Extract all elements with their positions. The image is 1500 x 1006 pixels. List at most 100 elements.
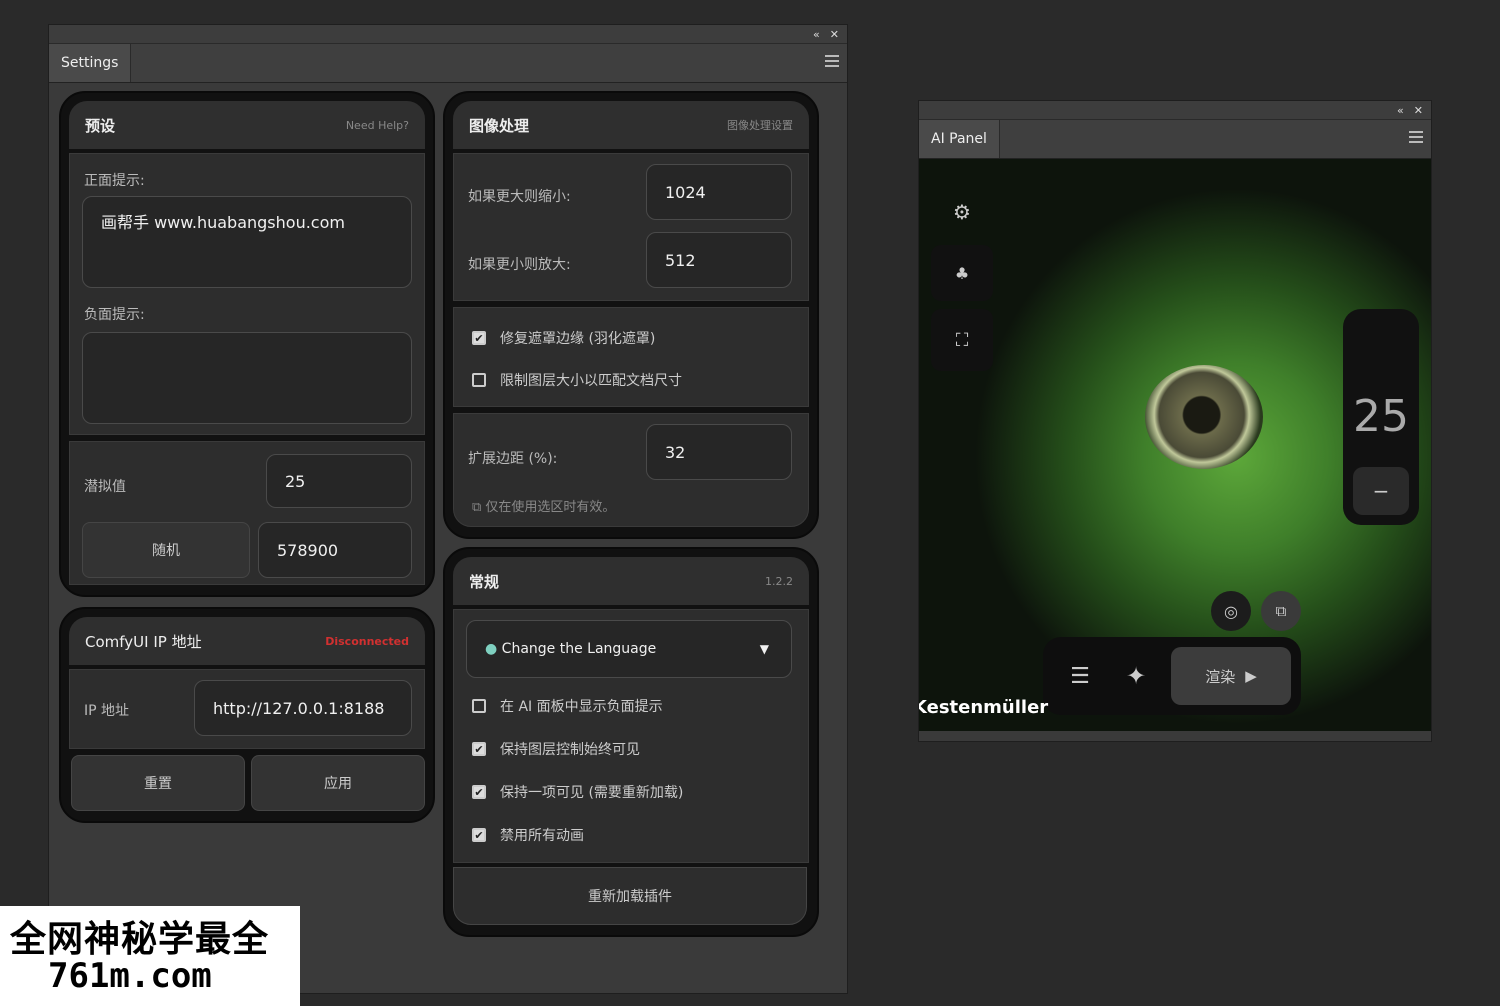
shrink-label: 如果更大则缩小: (468, 189, 571, 205)
general-option-checkbox[interactable]: ✔ (472, 785, 486, 799)
fullscreen-button[interactable]: ⛶ (931, 309, 993, 371)
image-processing-title: 图像处理 (469, 116, 530, 135)
general-option-label: 保持图层控制始终可见 (500, 742, 640, 758)
render-button[interactable]: 渲染 ▶ (1171, 647, 1291, 705)
presets-header: 预设 Need Help? (69, 101, 425, 149)
apply-button-label: 应用 (324, 776, 352, 792)
language-select[interactable]: ● Change the Language ▼ (466, 620, 792, 678)
refresh-button[interactable]: ◎ (1211, 591, 1251, 631)
panel-menu-icon[interactable] (1409, 131, 1423, 143)
render-button-label: 渲染 (1205, 667, 1236, 686)
denoise-label: 潜拟值 (84, 479, 126, 495)
resize-section: 如果更大则缩小: 1024 如果更小则放大: 512 (453, 153, 809, 301)
reset-button[interactable]: 重置 (71, 755, 245, 811)
negative-prompt-input[interactable] (82, 332, 412, 424)
reload-plugin-button[interactable]: 重新加载插件 (453, 867, 807, 925)
presets-title: 预设 (85, 116, 116, 135)
image-caption: Kestenmüller (919, 697, 1049, 718)
sparkle-button[interactable]: ✦ (1113, 653, 1159, 699)
list-icon: ☰ (1070, 663, 1090, 689)
apply-button[interactable]: 应用 (251, 755, 425, 811)
selection-note-text: 仅在使用选区时有效。 (485, 500, 616, 515)
slider-value: 25 (1353, 391, 1409, 442)
comfy-ip-card: ComfyUI IP 地址 Disconnected IP 地址 http://… (59, 607, 435, 823)
connection-status: Disconnected (325, 634, 409, 648)
play-icon: ▶ (1245, 667, 1257, 685)
watermark-line2: 761m.com (48, 956, 212, 996)
prompts-section: 正面提示: 画帮手 www.huabangshou.com 负面提示: (69, 153, 425, 435)
watermark-line1: 全网神秘学最全 (10, 919, 270, 960)
comfy-title: ComfyUI IP 地址 (85, 632, 202, 651)
settings-tab-row: Settings (49, 44, 847, 83)
crop-button[interactable]: ⧉ (1261, 591, 1301, 631)
presets-card: 预设 Need Help? 正面提示: 画帮手 www.huabangshou.… (59, 91, 435, 597)
language-select-label: Change the Language (501, 641, 657, 657)
reload-plugin-label: 重新加载插件 (588, 889, 672, 905)
expand-label: 扩展边距 (%): (468, 451, 558, 467)
general-option-label: 禁用所有动画 (500, 828, 584, 844)
slider-minus-button[interactable]: − (1353, 467, 1409, 515)
general-option-row[interactable]: 在 AI 面板中显示负面提示 (472, 696, 663, 716)
minus-icon: − (1372, 479, 1390, 503)
tab-settings[interactable]: Settings (49, 44, 132, 82)
general-option-row[interactable]: ✔ 保持图层控制始终可见 (472, 739, 640, 759)
shrink-value: 1024 (665, 182, 706, 202)
ai-panel-tab-row: AI Panel (919, 120, 1431, 159)
settings-window: « ✕ Settings 预设 Need Help? 正面提示: 画帮手 www… (48, 24, 848, 994)
positive-prompt-label: 正面提示: (84, 173, 145, 189)
tab-ai-panel[interactable]: AI Panel (919, 120, 1000, 158)
ip-section: IP 地址 http://127.0.0.1:8188 (69, 669, 425, 749)
layers-button[interactable]: ♣ (931, 245, 993, 301)
general-title: 常规 (469, 572, 500, 591)
collapse-icon[interactable]: « (813, 28, 820, 41)
general-option-row[interactable]: ✔ 禁用所有动画 (472, 825, 584, 845)
expand-input[interactable]: 32 (646, 424, 792, 480)
general-option-checkbox[interactable]: ✔ (472, 742, 486, 756)
general-options-section: ● Change the Language ▼ 在 AI 面板中显示负面提示 ✔… (453, 609, 809, 863)
fullscreen-icon: ⛶ (955, 329, 969, 351)
settings-button[interactable]: ⚙ (931, 181, 993, 243)
help-link[interactable]: Need Help? (346, 119, 409, 132)
ip-input[interactable]: http://127.0.0.1:8188 (194, 680, 412, 736)
ai-panel-window: « ✕ AI Panel ⚙ ♣ ⛶ 25 − ◎ ⧉ ☰ ✦ 渲染 ▶ Kes… (918, 100, 1432, 742)
denoise-value: 25 (285, 471, 306, 491)
crop-icon: ⧉ (1275, 602, 1287, 620)
panel-menu-icon[interactable] (825, 55, 839, 67)
random-button[interactable]: 随机 (82, 522, 250, 578)
enlarge-label: 如果更小则放大: (468, 257, 571, 273)
strength-slider[interactable]: 25 − (1343, 309, 1419, 525)
general-option-row[interactable]: ✔ 保持一项可见 (需要重新加载) (472, 782, 683, 802)
enlarge-input[interactable]: 512 (646, 232, 792, 288)
seed-value: 578900 (277, 540, 339, 560)
general-option-checkbox[interactable] (472, 699, 486, 713)
mask-checkbox-row[interactable]: ✔ 修复遮罩边缘 (羽化遮罩) (472, 328, 655, 348)
image-processing-header: 图像处理 图像处理设置 (453, 101, 809, 149)
seed-input[interactable]: 578900 (258, 522, 412, 578)
shrink-input[interactable]: 1024 (646, 164, 792, 220)
settings-titlebar: « ✕ (49, 25, 847, 44)
language-select-content: ● Change the Language (485, 641, 656, 657)
general-option-label: 保持一项可见 (需要重新加载) (500, 785, 684, 801)
mask-checkbox[interactable]: ✔ (472, 331, 486, 345)
comfy-header: ComfyUI IP 地址 Disconnected (69, 617, 425, 665)
refresh-icon: ◎ (1224, 601, 1238, 621)
gear-icon: ⚙ (953, 200, 971, 224)
close-icon[interactable]: ✕ (1414, 104, 1423, 117)
limit-checkbox[interactable] (472, 373, 486, 387)
denoise-section: 潜拟值 25 随机 578900 (69, 441, 425, 585)
enlarge-value: 512 (665, 250, 696, 270)
reset-button-label: 重置 (144, 776, 172, 792)
globe-icon: ● (485, 641, 502, 657)
limit-checkbox-row[interactable]: 限制图层大小以匹配文档尺寸 (472, 370, 682, 390)
sparkle-icon: ✦ (1125, 662, 1147, 690)
close-icon[interactable]: ✕ (830, 28, 839, 41)
denoise-input[interactable]: 25 (266, 454, 412, 508)
negative-prompt-label: 负面提示: (84, 307, 145, 323)
positive-prompt-input[interactable]: 画帮手 www.huabangshou.com (82, 196, 412, 288)
mask-checkbox-label: 修复遮罩边缘 (羽化遮罩) (500, 331, 656, 347)
general-option-checkbox[interactable]: ✔ (472, 828, 486, 842)
expand-value: 32 (665, 442, 686, 462)
collapse-icon[interactable]: « (1397, 104, 1404, 117)
image-processing-card: 图像处理 图像处理设置 如果更大则缩小: 1024 如果更小则放大: 512 ✔… (443, 91, 819, 539)
list-button[interactable]: ☰ (1057, 653, 1103, 699)
